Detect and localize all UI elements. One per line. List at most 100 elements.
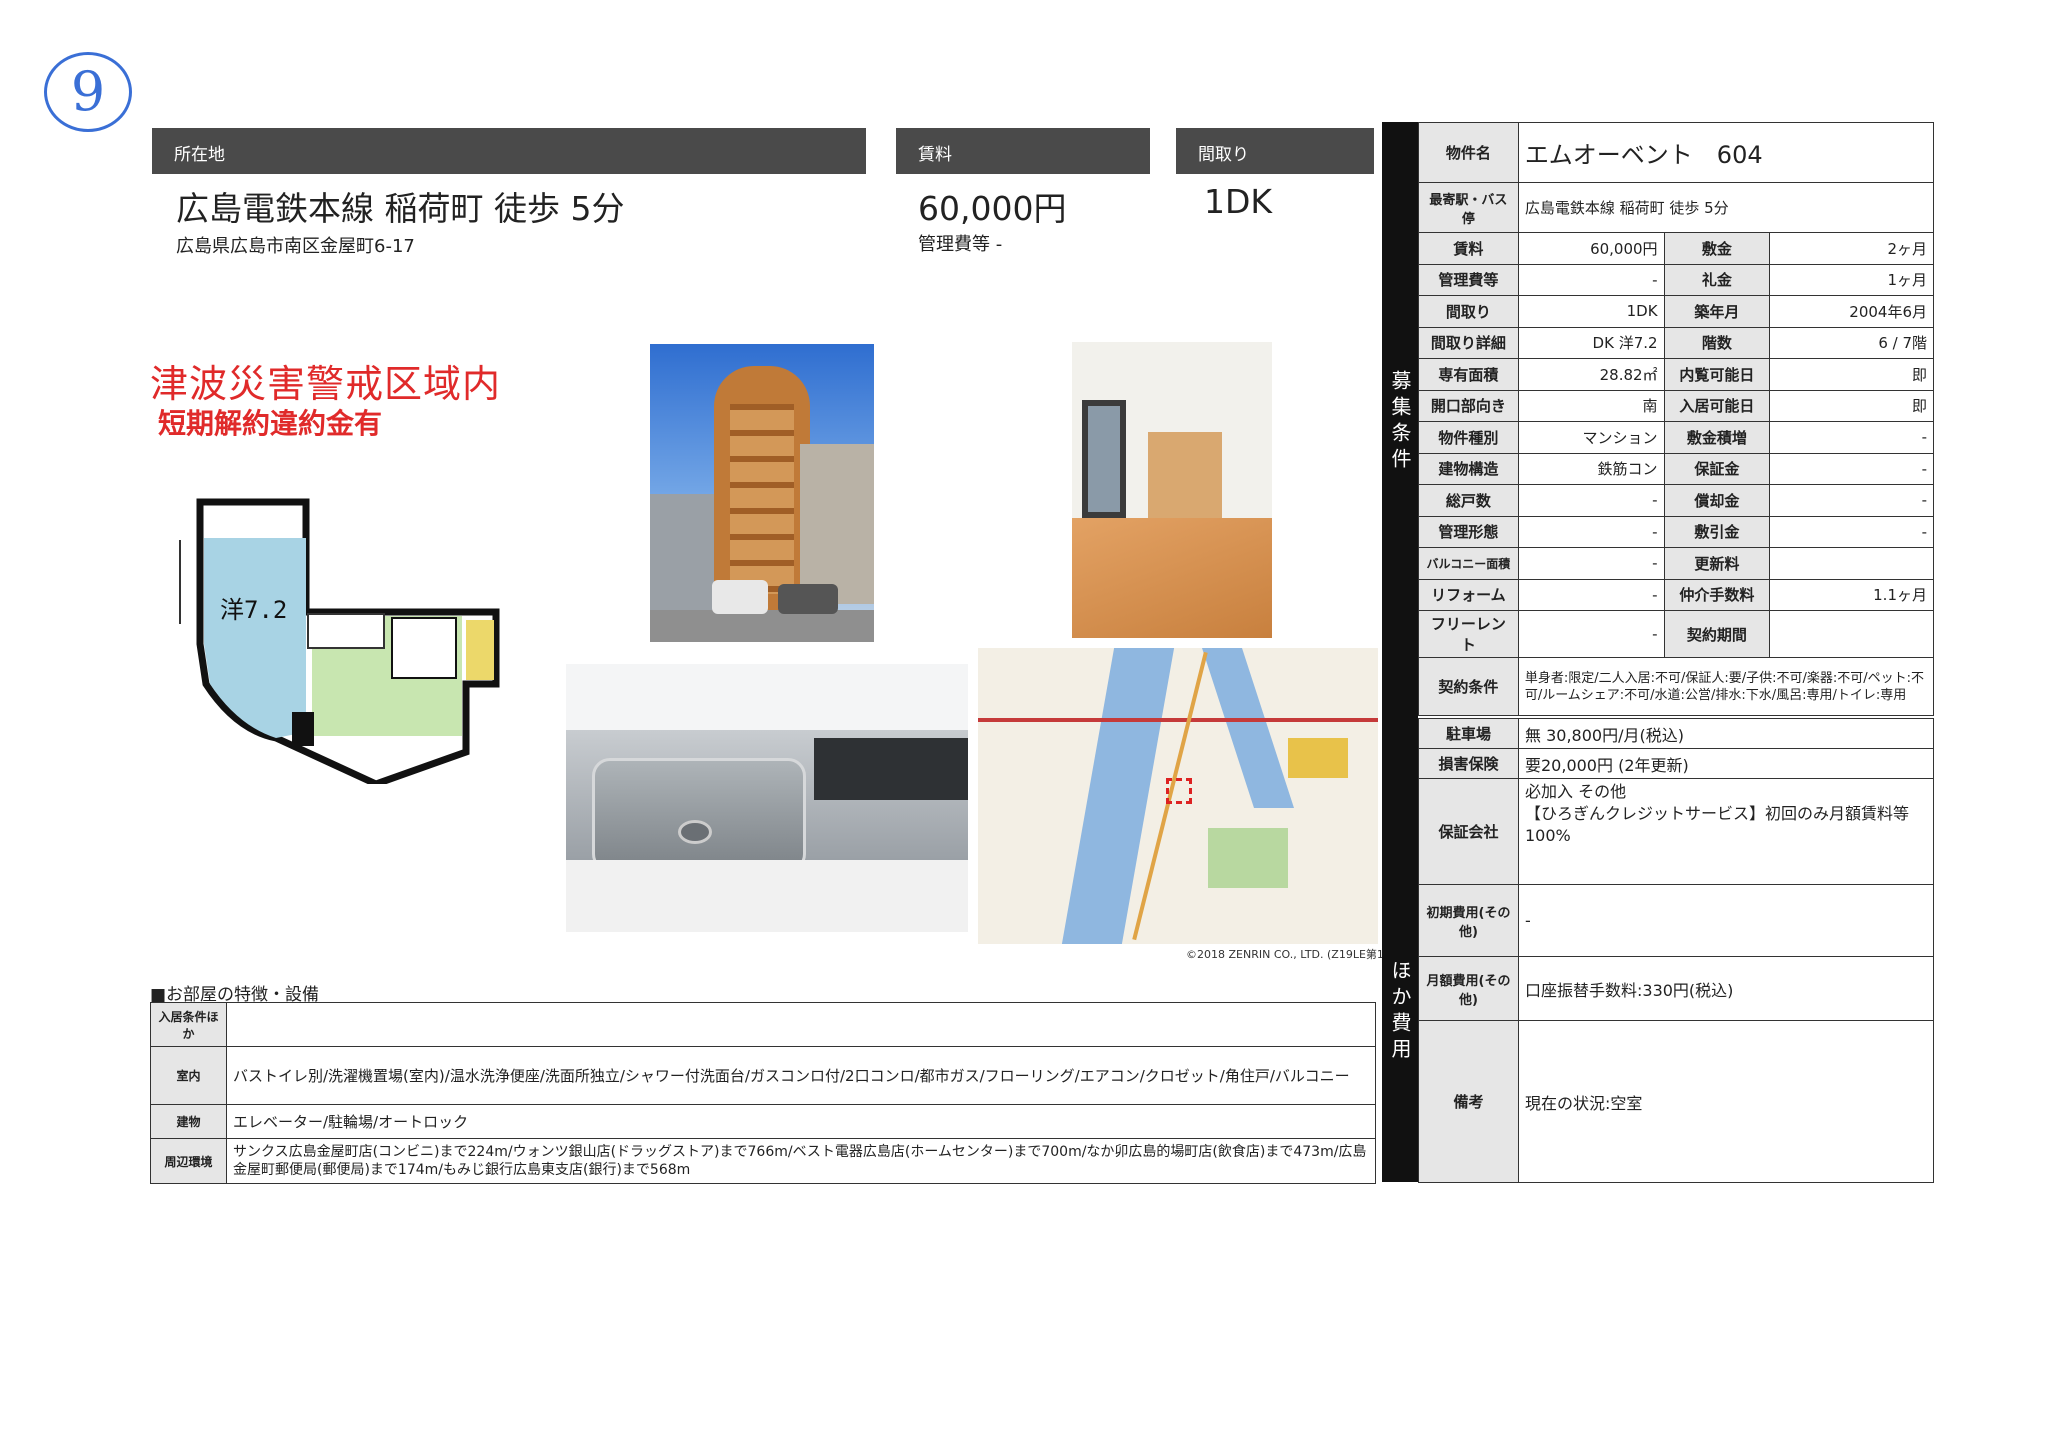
spec-label: 階数 [1663, 326, 1771, 359]
table-row: 入居条件ほか [150, 1002, 1376, 1047]
spec-label: 敷金 [1663, 232, 1771, 265]
spec-value: - [1517, 263, 1665, 296]
spec-value: - [1517, 578, 1665, 611]
spec-label: 管理形態 [1418, 515, 1519, 548]
spec-label: 礼金 [1663, 263, 1771, 296]
spec-value: - [1517, 547, 1665, 580]
header-location: 所在地 [152, 128, 866, 174]
table-row: 建物 エレベーター/駐輪場/オートロック [150, 1104, 1376, 1139]
table-row: 物件種別 マンション 敷金積増 - [1418, 421, 1934, 454]
spec-label: 契約条件 [1418, 657, 1519, 716]
spec-value: - [1769, 515, 1934, 548]
spec-value: 6 / 7階 [1769, 326, 1934, 359]
management-fee: 管理費等 - [918, 234, 1003, 255]
cost-value: 無 30,800円/月(税込) [1518, 718, 1934, 749]
spec-label: リフォーム [1418, 578, 1519, 611]
cost-value: 口座振替手数料:330円(税込) [1518, 956, 1934, 1021]
spec-value: 即 [1769, 358, 1934, 391]
table-row: 管理形態 - 敷引金 - [1418, 515, 1934, 548]
table-row: 総戸数 - 償却金 - [1418, 484, 1934, 517]
table-row: 専有面積 28.82㎡ 内覧可能日即 [1418, 358, 1934, 391]
spec-value: - [1517, 515, 1665, 548]
spec-label: 償却金 [1663, 484, 1771, 517]
table-row: 管理費等 - 礼金 1ヶ月 [1418, 263, 1934, 296]
table-row: 賃料 60,000円 敷金 2ヶ月 [1418, 232, 1934, 265]
handwritten-number-mark: 9 [44, 52, 132, 132]
table-row: 契約条件 単身者:限定/二人入居:不可/保証人:要/子供:不可/楽器:不可/ペッ… [1418, 657, 1935, 716]
side-label-other-costs: ほか費用 [1388, 960, 1412, 1064]
cost-value: 要20,000円 (2年更新) [1518, 748, 1934, 779]
table-row: 開口部向き南入居可能日即 [1418, 389, 1934, 422]
contract-conditions: 単身者:限定/二人入居:不可/保証人:要/子供:不可/楽器:不可/ペット:不可/… [1517, 657, 1935, 716]
spec-label: バルコニー面積 [1418, 547, 1519, 580]
spec-label: 仲介手数料 [1663, 578, 1771, 611]
spec-label: 総戸数 [1418, 484, 1519, 517]
spec-label: 管理費等 [1418, 263, 1519, 296]
spec-label: 内覧可能日 [1663, 358, 1771, 391]
spec-value: - [1769, 452, 1934, 485]
cost-label: 備考 [1418, 1020, 1519, 1183]
feature-label: 周辺環境 [150, 1138, 227, 1184]
spec-label: 間取り [1418, 295, 1519, 328]
table-row: 間取り 1DK 築年月 2004年6月 [1418, 295, 1934, 328]
spec-value [1769, 547, 1934, 580]
table-row: フリーレント - 契約期間 [1418, 610, 1934, 658]
spec-value: - [1517, 610, 1665, 658]
feature-value: エレベーター/駐輪場/オートロック [226, 1104, 1376, 1139]
spec-label: 契約期間 [1663, 610, 1771, 658]
feature-value: サンクス広島金屋町店(コンビニ)まで224m/ウォンツ銀山店(ドラッグストア)ま… [226, 1138, 1376, 1184]
spec-value: 鉄筋コン [1517, 452, 1665, 485]
spec-value: 1ヶ月 [1769, 263, 1934, 296]
table-row: 保証会社 必加入 その他 【ひろぎんクレジットサービス】初回のみ月額賃料等100% [1418, 778, 1934, 885]
property-spec-table: 物件名 エムオーベント 604 最寄駅・バス停 広島電鉄本線 稲荷町 徒歩 5分… [1418, 122, 1935, 716]
spec-value: - [1769, 484, 1934, 517]
cost-label: 月額費用(その他) [1418, 956, 1519, 1021]
floor-plan: 洋7.2 [179, 498, 500, 784]
spec-label: 間取り詳細 [1418, 326, 1519, 359]
spec-label: 最寄駅・バス停 [1418, 182, 1519, 233]
spec-value [1769, 610, 1934, 658]
table-row: 駐車場無 30,800円/月(税込) [1418, 718, 1934, 749]
spec-value: - [1517, 484, 1665, 517]
station-access: 広島電鉄本線 稲荷町 徒歩 5分 [176, 189, 625, 228]
spec-value: 南 [1517, 389, 1665, 422]
table-row: 備考 現在の状況:空室 [1418, 1020, 1934, 1183]
spec-value: マンション [1517, 421, 1665, 454]
spec-value: DK 洋7.2 [1517, 326, 1665, 359]
spec-value: 2004年6月 [1769, 295, 1934, 328]
layout-value: 1DK [1204, 182, 1273, 221]
table-row: 建物構造 鉄筋コン 保証金 - [1418, 452, 1934, 485]
spec-label: 開口部向き [1418, 389, 1519, 422]
table-row: 物件名 エムオーベント 604 [1418, 122, 1935, 183]
features-table: 入居条件ほか 室内 バストイレ別/洗濯機置場(室内)/温水洗浄便座/洗面所独立/… [150, 1002, 1376, 1184]
spec-value: 2ヶ月 [1769, 232, 1934, 265]
table-row: リフォーム - 仲介手数料 1.1ヶ月 [1418, 578, 1934, 611]
spec-value: 60,000円 [1517, 232, 1665, 265]
spec-label: 物件名 [1418, 122, 1519, 183]
spec-label: 物件種別 [1418, 421, 1519, 454]
floor-plan-room-label: 洋7.2 [220, 596, 287, 624]
spec-label: 専有面積 [1418, 358, 1519, 391]
cost-label: 初期費用(その他) [1418, 884, 1519, 957]
other-costs-table: 駐車場無 30,800円/月(税込) 損害保険 要20,000円 (2年更新) 保… [1418, 718, 1934, 1183]
table-row: 損害保険 要20,000円 (2年更新) [1418, 748, 1934, 779]
penalty-notice: 短期解約違約金有 [158, 407, 383, 440]
spec-label: 保証金 [1663, 452, 1771, 485]
table-row: 室内 バストイレ別/洗濯機置場(室内)/温水洗浄便座/洗面所独立/シャワー付洗面… [150, 1046, 1376, 1105]
table-row: 初期費用(その他) - [1418, 884, 1934, 957]
table-row: バルコニー面積 - 更新料 [1418, 547, 1934, 580]
spec-label: 築年月 [1663, 295, 1771, 328]
table-row: 周辺環境 サンクス広島金屋町店(コンビニ)まで224m/ウォンツ銀山店(ドラッグ… [150, 1138, 1376, 1184]
spec-value: - [1769, 421, 1934, 454]
feature-label: 室内 [150, 1046, 227, 1105]
spec-label: フリーレント [1418, 610, 1519, 658]
cost-value: 必加入 その他 【ひろぎんクレジットサービス】初回のみ月額賃料等100% [1518, 778, 1934, 885]
feature-value: バストイレ別/洗濯機置場(室内)/温水洗浄便座/洗面所独立/シャワー付洗面台/ガ… [226, 1046, 1376, 1105]
header-layout: 間取り [1176, 128, 1374, 174]
tsunami-notice: 津波災害警戒区域内 [150, 362, 502, 406]
interior-room-photo [1072, 342, 1272, 638]
property-location-marker [1166, 778, 1192, 804]
cost-label: 駐車場 [1418, 718, 1519, 749]
header-rent: 賃料 [896, 128, 1150, 174]
spec-label: 更新料 [1663, 547, 1771, 580]
